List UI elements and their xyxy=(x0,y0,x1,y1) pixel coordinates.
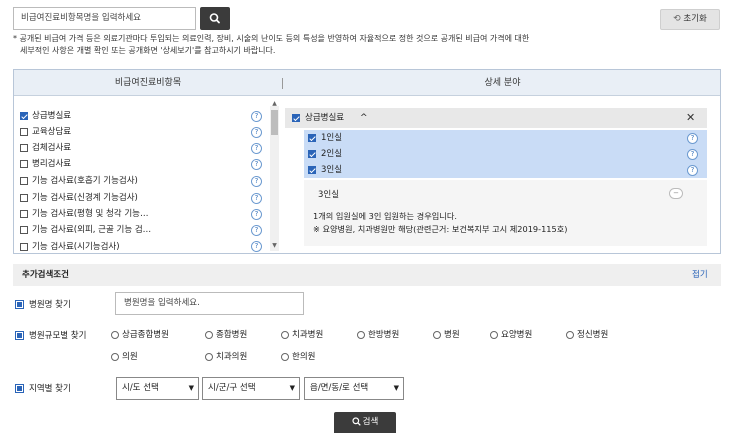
chevron-down-icon: ▼ xyxy=(289,384,295,392)
search-icon xyxy=(352,417,361,426)
search-button[interactable]: 검색 xyxy=(334,412,396,433)
chevron-down-icon: ▼ xyxy=(393,384,399,392)
detail-info-title: 3인실 xyxy=(318,190,340,200)
province-select[interactable]: 시/도 선택 ▼ xyxy=(116,377,199,400)
hospital-name-label: 병원명 찾기 xyxy=(29,300,71,310)
header-divider xyxy=(282,78,283,89)
detail-info-description: 1개의 입원실에 3인 입원하는 경우입니다. xyxy=(313,211,457,221)
detail-group-label: 상급병실료 xyxy=(305,113,345,123)
checkbox[interactable] xyxy=(308,166,316,174)
help-icon[interactable]: ? xyxy=(251,127,262,138)
help-icon[interactable]: ? xyxy=(251,143,262,154)
chevron-down-icon: ▼ xyxy=(188,384,194,392)
notice-line-2: 세부적인 사항은 개별 확인 또는 공개화면 '상세보기'를 참고하시기 바랍니… xyxy=(20,46,276,55)
district-select[interactable]: 읍/면/동/로 선택 ▼ xyxy=(304,377,404,400)
checkbox[interactable] xyxy=(308,134,316,142)
checkbox[interactable] xyxy=(20,210,28,218)
right-column-header: 상세 분야 xyxy=(484,78,521,88)
detail-info-note: ※ 요양병원, 치과병원만 해당(관련근거: 보건복지부 고시 제2019-11… xyxy=(313,224,568,234)
scroll-down-arrow-icon[interactable]: ▼ xyxy=(270,242,279,249)
item-search-button[interactable] xyxy=(200,7,230,30)
bullet-square-icon xyxy=(15,384,24,393)
scroll-thumb[interactable] xyxy=(271,110,278,135)
detail-group-header[interactable] xyxy=(285,108,707,128)
reset-button[interactable]: ⟲ 초기화 xyxy=(660,9,720,30)
help-icon[interactable]: ? xyxy=(687,165,698,176)
checkbox[interactable] xyxy=(20,226,28,234)
extra-search-title: 추가검색조건 xyxy=(22,270,69,280)
help-icon[interactable]: ? xyxy=(251,193,262,204)
bullet-square-icon xyxy=(15,300,24,309)
selected-detail-rows xyxy=(304,130,707,178)
checkbox[interactable] xyxy=(308,150,316,158)
refresh-icon: ⟲ xyxy=(673,14,681,24)
help-icon[interactable]: ? xyxy=(251,159,262,170)
checkbox[interactable] xyxy=(20,112,28,120)
detail-group-checkbox[interactable] xyxy=(292,114,300,122)
hospital-name-input[interactable]: 병원명을 입력하세요. xyxy=(115,292,304,315)
scroll-up-arrow-icon[interactable]: ▲ xyxy=(270,100,279,107)
item-search-input[interactable]: 비급여진료비항목명을 입력하세요 xyxy=(13,7,196,30)
search-icon xyxy=(209,13,220,24)
hospital-scale-label: 병원규모별 찾기 xyxy=(29,331,87,341)
checkbox[interactable] xyxy=(20,243,28,251)
minus-icon[interactable]: − xyxy=(669,188,683,199)
help-icon[interactable]: ? xyxy=(687,133,698,144)
close-icon[interactable]: ✕ xyxy=(686,108,695,128)
checkbox[interactable] xyxy=(20,160,28,168)
help-icon[interactable]: ? xyxy=(251,111,262,122)
city-select[interactable]: 시/군/구 선택 ▼ xyxy=(202,377,300,400)
reset-label: 초기화 xyxy=(683,14,707,24)
checkbox[interactable] xyxy=(20,177,28,185)
bullet-square-icon xyxy=(15,331,24,340)
checkbox[interactable] xyxy=(20,128,28,136)
help-icon[interactable]: ? xyxy=(687,149,698,160)
notice-text: * 공개된 비급여 가격 등은 의료기관마다 투입되는 의료인력, 장비, 시술… xyxy=(13,33,713,57)
help-icon[interactable]: ? xyxy=(251,209,262,220)
collapse-caret-icon[interactable]: ^ xyxy=(360,108,368,128)
region-label: 지역별 찾기 xyxy=(29,384,71,394)
collapse-toggle[interactable]: 접기 xyxy=(692,264,708,286)
help-icon[interactable]: ? xyxy=(251,176,262,187)
notice-line-1: * 공개된 비급여 가격 등은 의료기관마다 투입되는 의료인력, 장비, 시술… xyxy=(13,34,530,43)
extra-search-header xyxy=(13,264,721,286)
checkbox[interactable] xyxy=(20,144,28,152)
left-column-header: 비급여진료비항목 xyxy=(114,78,182,88)
help-icon[interactable]: ? xyxy=(251,225,262,236)
help-icon[interactable]: ? xyxy=(251,241,262,252)
checkbox[interactable] xyxy=(20,194,28,202)
